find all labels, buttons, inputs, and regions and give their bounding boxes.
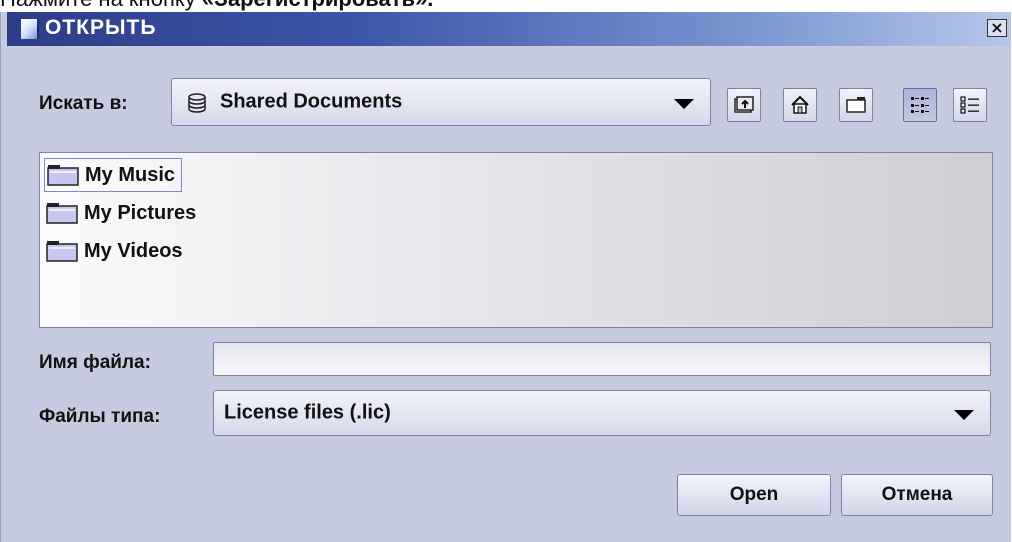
dialog-titlebar[interactable]: ОТКРЫТЬ × (7, 12, 1011, 46)
list-view-button[interactable] (903, 88, 937, 122)
chevron-down-icon (674, 99, 694, 109)
home-icon (791, 95, 809, 114)
instruction-bold-text: «Зарегистрировать». (202, 0, 434, 11)
filename-field[interactable] (213, 342, 991, 376)
instruction-caption: Нажмите на кнопку «Зарегистрировать». (0, 0, 1012, 12)
java-window-icon (21, 19, 39, 39)
filename-label: Имя файла: (39, 352, 151, 373)
filetype-combobox[interactable]: License files (.lic) (213, 390, 991, 436)
folder-icon (47, 165, 79, 186)
folder-icon (46, 203, 78, 224)
list-view-icon (911, 97, 929, 113)
filetype-label: Файлы типа: (39, 406, 161, 427)
look-in-combobox[interactable]: Shared Documents (171, 78, 711, 126)
create-new-folder-button[interactable] (839, 88, 873, 122)
details-view-icon (960, 96, 979, 114)
filetype-value: License files (.lic) (224, 401, 391, 424)
new-folder-icon (846, 97, 866, 113)
close-button[interactable]: × (987, 19, 1007, 37)
drive-icon (188, 93, 206, 113)
list-item-label: My Pictures (84, 201, 197, 224)
folder-icon (46, 241, 78, 262)
instruction-text: Нажмите на кнопку (0, 0, 202, 11)
home-button[interactable] (783, 88, 817, 122)
list-item-label: My Videos (84, 239, 183, 262)
details-view-button[interactable] (953, 88, 987, 122)
list-item[interactable]: My Videos (44, 234, 189, 268)
list-item-label: My Music (85, 163, 176, 186)
file-list[interactable]: My Music My Pictures My Videos (39, 152, 993, 328)
open-button[interactable]: Open (677, 474, 831, 516)
cancel-button[interactable]: Отмена (841, 474, 993, 516)
chevron-down-icon (954, 410, 974, 420)
close-icon: × (990, 18, 1004, 37)
list-item[interactable]: My Music (44, 158, 183, 192)
list-item[interactable]: My Pictures (44, 196, 202, 230)
dialog-title: ОТКРЫТЬ (45, 16, 157, 39)
up-folder-icon (734, 96, 754, 113)
open-file-dialog: ОТКРЫТЬ × Искать в: Shared Documents My … (0, 12, 1011, 542)
up-one-level-button[interactable] (727, 88, 761, 122)
look-in-value: Shared Documents (220, 90, 403, 113)
look-in-label: Искать в: (39, 93, 128, 114)
